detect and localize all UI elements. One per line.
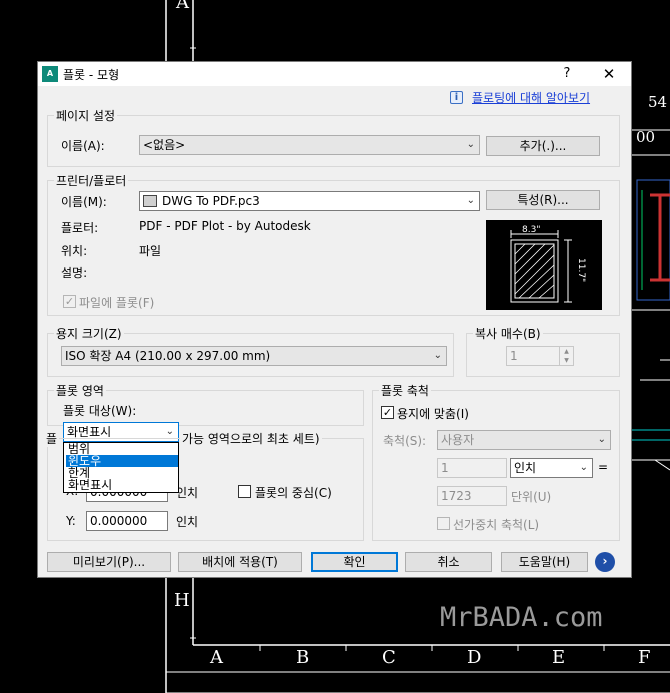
scale-combo[interactable]: 사용자 ⌄ xyxy=(437,430,611,450)
plot-scale-legend: 플롯 축척 xyxy=(379,382,431,399)
learn-plotting-link[interactable]: 플로팅에 대해 알아보기 xyxy=(472,89,590,106)
units-label: 단위(U) xyxy=(511,490,552,504)
copies-spinner[interactable]: 1 ▲ ▼ xyxy=(506,346,574,366)
printer-name-combo[interactable]: DWG To PDF.pc3 ⌄ xyxy=(139,191,480,211)
plot-dialog: A 플롯 - 모형 ? ✕ i 플로팅에 대해 알아보기 페이지 설정 이름(A… xyxy=(37,61,632,578)
page-setup-legend: 페이지 설정 xyxy=(54,107,118,124)
preview-height-text: 11.7" xyxy=(576,258,586,282)
preview-button[interactable]: 미리보기(P)... xyxy=(47,552,171,572)
cancel-button[interactable]: 취소 xyxy=(405,552,492,572)
location-label: 위치: xyxy=(61,244,88,258)
offset-y-input[interactable]: 0.000000 xyxy=(86,511,168,531)
add-page-setup-button[interactable]: 추가(.)... xyxy=(486,136,600,156)
offset-y-unit: 인치 xyxy=(176,515,199,529)
plotter-label: 플로터: xyxy=(61,221,99,235)
plotter-value: PDF - PDF Plot - by Autodesk xyxy=(139,219,311,233)
apply-to-layout-button[interactable]: 배치에 적용(T) xyxy=(178,552,302,572)
plot-area-legend: 플롯 영역 xyxy=(54,382,106,399)
offset-x-unit: 인치 xyxy=(176,486,199,500)
what-to-plot-dropdown-list: 범위 윈도우 한계 화면표시 xyxy=(63,442,179,493)
watermark: MrBADA.com xyxy=(440,602,603,633)
scale-lineweights-label: 선가중치 축척(L) xyxy=(453,518,540,532)
center-plot-checkbox[interactable] xyxy=(238,485,251,498)
help-button[interactable]: 도움말(H) xyxy=(501,552,588,572)
chevron-down-icon: ⌄ xyxy=(579,462,588,473)
fit-to-paper-checkbox[interactable]: ✓ xyxy=(381,406,394,419)
cad-col-label-b: B xyxy=(296,647,309,668)
printer-name-label: 이름(M): xyxy=(61,195,107,209)
location-value: 파일 xyxy=(139,244,162,258)
plot-offset-legend-prefix: 플 xyxy=(44,430,60,447)
cad-dim-text-2: 00 xyxy=(636,128,655,146)
plot-to-file-label: 파일에 플롯(F) xyxy=(79,296,155,310)
printer-plotter-legend: 프린터/플로터 xyxy=(54,172,129,189)
what-to-plot-label: 플롯 대상(W): xyxy=(63,404,137,418)
fit-to-paper-label: 용지에 맞춤(I) xyxy=(397,407,469,421)
paper-size-value: ISO 확장 A4 (210.00 x 297.00 mm) xyxy=(65,349,271,363)
what-to-plot-value: 화면표시 xyxy=(67,425,112,439)
equals-sign: = xyxy=(598,460,609,474)
chevron-down-icon: ⌄ xyxy=(597,434,606,445)
cad-row-label-h: H xyxy=(174,590,190,611)
cad-col-label-e: E xyxy=(552,647,565,668)
printer-name-value: DWG To PDF.pc3 xyxy=(162,194,260,208)
chevron-down-icon: ⌄ xyxy=(433,350,442,361)
plotter-icon xyxy=(143,195,157,207)
title-bar[interactable]: A 플롯 - 모형 ? ✕ xyxy=(38,62,631,86)
page-setup-name-value: <없음> xyxy=(143,138,186,152)
scale-unit-value: 인치 xyxy=(514,461,537,475)
copies-value: 1 xyxy=(510,349,518,363)
spin-up-icon[interactable]: ▲ xyxy=(559,347,573,356)
cad-col-label-f: F xyxy=(638,647,651,668)
dropdown-option-display[interactable]: 화면표시 xyxy=(66,479,178,491)
spin-down-icon[interactable]: ▼ xyxy=(559,356,573,365)
cad-row-label-top: A xyxy=(175,0,190,13)
paper-preview: 8.3" 11.7" xyxy=(486,220,602,310)
cad-dim-text: 54 xyxy=(648,93,667,111)
chevron-down-icon: ⌄ xyxy=(466,139,475,150)
scale-value: 사용자 xyxy=(441,433,475,447)
help-title-button[interactable]: ? xyxy=(557,64,577,84)
scale-value1-input[interactable]: 1 xyxy=(437,458,507,478)
scale-unit-combo[interactable]: 인치 ⌄ xyxy=(510,458,593,478)
properties-button[interactable]: 특성(R)... xyxy=(486,190,600,210)
ok-button[interactable]: 확인 xyxy=(311,552,398,572)
cad-col-label-c: C xyxy=(382,647,396,668)
preview-width-text: 8.3" xyxy=(522,225,540,235)
paper-size-combo[interactable]: ISO 확장 A4 (210.00 x 297.00 mm) ⌄ xyxy=(61,346,447,366)
plot-to-file-checkbox[interactable]: ✓ xyxy=(63,295,76,308)
info-icon: i xyxy=(450,91,463,104)
scale-label: 축척(S): xyxy=(383,434,427,448)
close-button[interactable]: ✕ xyxy=(598,64,620,84)
center-plot-label: 플롯의 중심(C) xyxy=(255,486,332,500)
scale-value2-input[interactable]: 1723 xyxy=(437,486,507,506)
paper-size-legend: 용지 크기(Z) xyxy=(54,325,124,342)
autocad-app-icon: A xyxy=(42,66,58,82)
chevron-down-icon: ⌄ xyxy=(466,195,475,206)
plot-offset-legend: 가능 영역으로의 최초 세트) xyxy=(180,430,322,447)
scale-lineweights-checkbox[interactable] xyxy=(437,517,450,530)
cad-col-label-d: D xyxy=(467,647,481,668)
more-options-arrow-icon[interactable]: › xyxy=(595,552,615,572)
offset-y-label: Y: xyxy=(66,514,76,528)
cad-col-label-a: A xyxy=(209,647,224,668)
description-label: 설명: xyxy=(61,266,88,280)
page-setup-name-combo[interactable]: <없음> ⌄ xyxy=(139,135,480,155)
copies-legend: 복사 매수(B) xyxy=(473,325,543,342)
window-title: 플롯 - 모형 xyxy=(63,68,120,82)
page-setup-name-label: 이름(A): xyxy=(61,139,105,153)
